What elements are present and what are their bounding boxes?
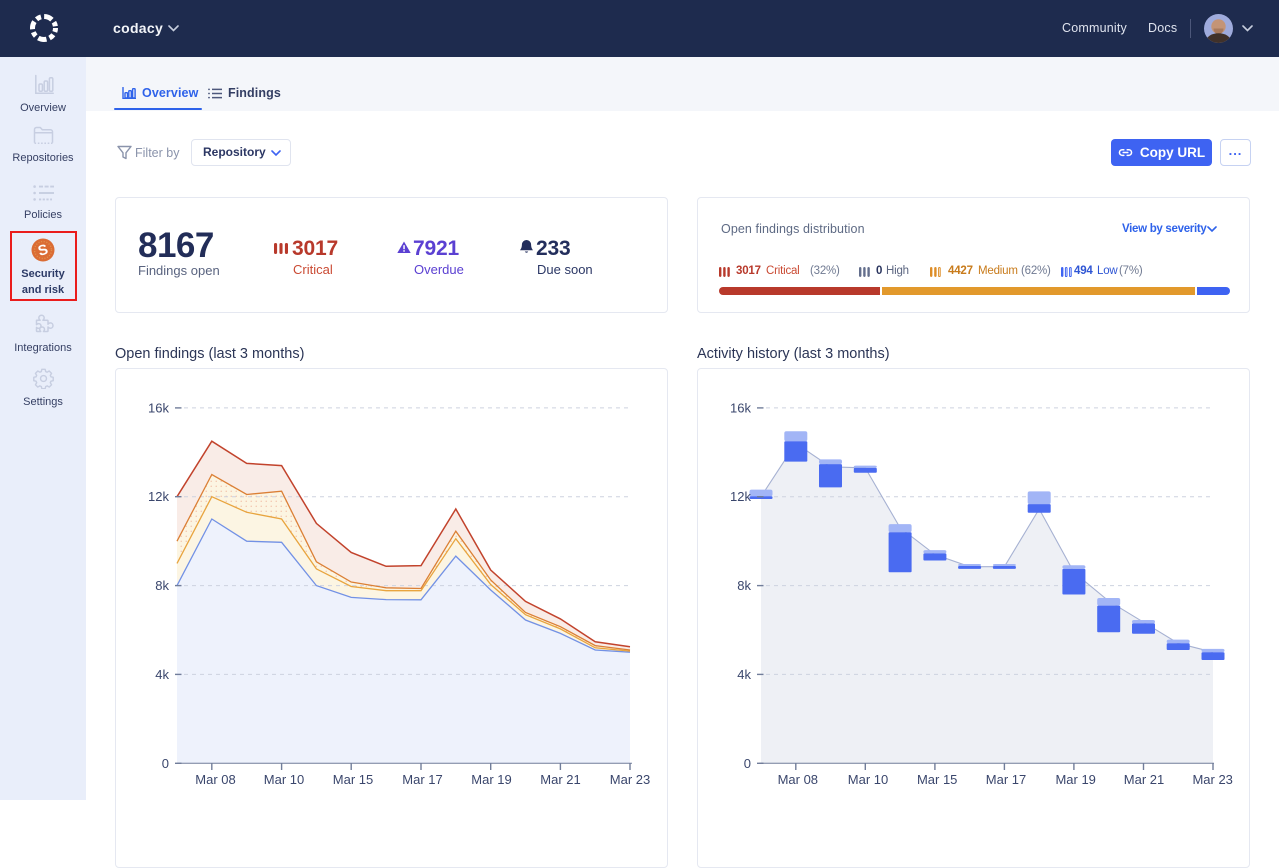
svg-text:Mar 08: Mar 08 (195, 772, 235, 787)
svg-text:Mar 19: Mar 19 (1055, 772, 1095, 787)
svg-text:Mar 21: Mar 21 (540, 772, 580, 787)
svg-text:Mar 08: Mar 08 (778, 772, 818, 787)
svg-text:4k: 4k (155, 667, 169, 682)
svg-text:Mar 17: Mar 17 (402, 772, 442, 787)
svg-text:Mar 10: Mar 10 (848, 772, 888, 787)
svg-text:Mar 19: Mar 19 (471, 772, 511, 787)
svg-text:Mar 17: Mar 17 (986, 772, 1026, 787)
svg-text:4k: 4k (737, 667, 751, 682)
svg-text:16k: 16k (730, 400, 751, 415)
svg-text:Mar 21: Mar 21 (1124, 772, 1164, 787)
svg-text:Mar 23: Mar 23 (610, 772, 650, 787)
svg-text:Mar 23: Mar 23 (1192, 772, 1232, 787)
svg-text:Mar 15: Mar 15 (333, 772, 373, 787)
svg-text:12k: 12k (148, 489, 169, 504)
svg-text:8k: 8k (737, 578, 751, 593)
svg-text:8k: 8k (155, 578, 169, 593)
svg-text:0: 0 (162, 756, 169, 771)
svg-text:Mar 10: Mar 10 (264, 772, 304, 787)
svg-text:16k: 16k (148, 400, 169, 415)
svg-text:0: 0 (744, 756, 751, 771)
svg-text:12k: 12k (730, 489, 751, 504)
svg-text:Mar 15: Mar 15 (917, 772, 957, 787)
